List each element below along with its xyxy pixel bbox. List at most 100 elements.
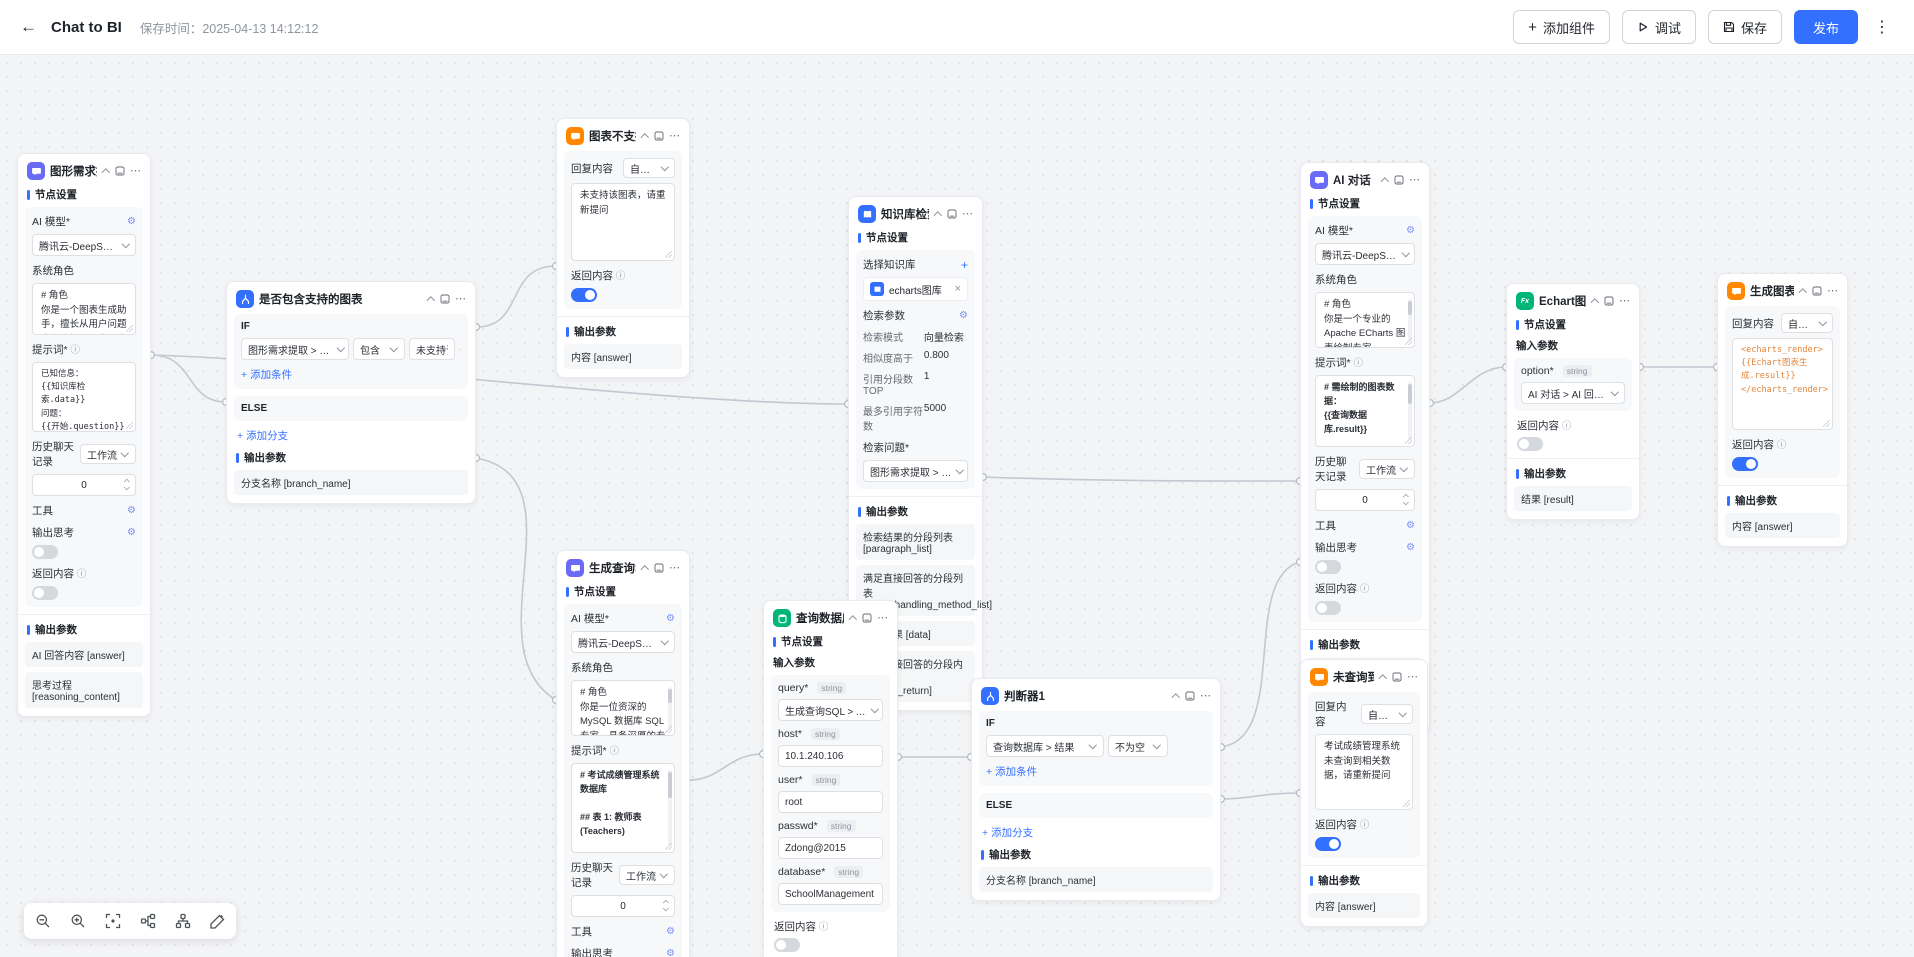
collapse-icon[interactable] bbox=[1591, 297, 1599, 305]
thinking-toggle[interactable] bbox=[32, 545, 58, 559]
more-menu-icon[interactable]: ⋮ bbox=[1870, 17, 1894, 37]
tools-settings-icon[interactable]: ⚙ bbox=[666, 926, 675, 937]
add-component-button[interactable]: + 添加组件 bbox=[1513, 10, 1610, 44]
reply-textarea[interactable]: 未支持该图表，请重新提问 bbox=[571, 183, 675, 261]
run-node-icon[interactable] bbox=[1604, 296, 1614, 306]
condition-field-select[interactable]: 图形需求提取 > AI 回答内容 bbox=[241, 338, 349, 360]
knowledge-item[interactable]: echarts图库 × bbox=[863, 277, 968, 301]
system-role-textarea[interactable]: # 角色 你是一个图表生成助手，擅长从用户问题中准确提取图表要素 bbox=[32, 283, 136, 335]
publish-button[interactable]: 发布 bbox=[1793, 10, 1858, 44]
collapse-icon[interactable] bbox=[1799, 287, 1807, 295]
collapse-icon[interactable] bbox=[102, 167, 110, 175]
history-type-select[interactable]: 工作流 bbox=[80, 444, 136, 464]
model-settings-icon[interactable]: ⚙ bbox=[1406, 225, 1415, 236]
model-settings-icon[interactable]: ⚙ bbox=[666, 613, 675, 624]
history-count-stepper[interactable]: 0 bbox=[1315, 489, 1415, 511]
run-node-icon[interactable] bbox=[115, 166, 125, 176]
collapse-icon[interactable] bbox=[934, 210, 942, 218]
run-node-icon[interactable] bbox=[947, 209, 957, 219]
node-more-icon[interactable]: ⋯ bbox=[669, 562, 680, 574]
return-content-toggle[interactable] bbox=[1517, 437, 1543, 451]
prompt-textarea[interactable]: 已知信息： {{知识库检索.data}} 问题： {{开始.question}} bbox=[32, 362, 136, 432]
history-count-stepper[interactable]: 0 bbox=[571, 895, 675, 917]
thinking-settings-icon[interactable]: ⚙ bbox=[127, 527, 136, 538]
thinking-settings-icon[interactable]: ⚙ bbox=[666, 948, 675, 957]
host-input[interactable]: 10.1.240.106 bbox=[778, 745, 883, 767]
run-node-icon[interactable] bbox=[654, 563, 664, 573]
return-content-toggle[interactable] bbox=[774, 938, 800, 952]
run-node-icon[interactable] bbox=[1394, 175, 1404, 185]
node-more-icon[interactable]: ⋯ bbox=[962, 208, 973, 220]
collapse-icon[interactable] bbox=[1381, 176, 1389, 184]
beautify-layout-icon[interactable] bbox=[209, 913, 226, 930]
node-more-icon[interactable]: ⋯ bbox=[669, 130, 680, 142]
collapse-icon[interactable] bbox=[1172, 692, 1180, 700]
condition-value-input[interactable]: 未支持该图表 bbox=[409, 338, 455, 360]
prompt-textarea[interactable]: # 需绘制的图表数据： {{查询数据库.result}} # 需绘制的图表数据模… bbox=[1315, 375, 1415, 447]
node-more-icon[interactable]: ⋯ bbox=[130, 165, 141, 177]
node-more-icon[interactable]: ⋯ bbox=[1827, 285, 1838, 297]
auto-layout-vertical-icon[interactable] bbox=[174, 913, 191, 930]
return-content-toggle[interactable] bbox=[571, 288, 597, 302]
node-more-icon[interactable]: ⋯ bbox=[1407, 671, 1418, 683]
debug-button[interactable]: 调试 bbox=[1621, 10, 1696, 44]
collapse-icon[interactable] bbox=[427, 295, 435, 303]
collapse-icon[interactable] bbox=[641, 132, 649, 140]
collapse-icon[interactable] bbox=[1379, 673, 1387, 681]
collapse-icon[interactable] bbox=[849, 614, 857, 622]
reply-type-select[interactable]: 自定义 bbox=[1781, 313, 1833, 333]
reply-textarea[interactable]: 考试成绩管理系统未查询到相关数据，请重新提问 bbox=[1315, 734, 1413, 810]
node-more-icon[interactable]: ⋯ bbox=[1200, 690, 1211, 702]
user-input[interactable]: root bbox=[778, 791, 883, 813]
fit-view-icon[interactable] bbox=[104, 913, 121, 930]
save-button[interactable]: 保存 bbox=[1707, 10, 1782, 44]
query-select[interactable]: 生成查询SQL > AI 回答内容 bbox=[778, 699, 883, 721]
node-more-icon[interactable]: ⋯ bbox=[877, 612, 888, 624]
history-count-stepper[interactable]: 0 bbox=[32, 474, 136, 496]
delete-condition-icon[interactable] bbox=[459, 344, 461, 355]
reply-textarea[interactable]: <echarts_render> {{Echart图表生成.result}} <… bbox=[1732, 338, 1833, 430]
return-content-toggle[interactable] bbox=[32, 586, 58, 600]
database-input[interactable]: SchoolManagement bbox=[778, 883, 883, 905]
add-knowledge-icon[interactable]: + bbox=[961, 259, 968, 271]
tools-settings-icon[interactable]: ⚙ bbox=[127, 505, 136, 516]
system-role-textarea[interactable]: # 角色 你是一个专业的 Apache ECharts 图表绘制专家 bbox=[1315, 292, 1415, 348]
auto-layout-horizontal-icon[interactable] bbox=[139, 913, 156, 930]
run-node-icon[interactable] bbox=[1812, 286, 1822, 296]
return-content-toggle[interactable] bbox=[1732, 457, 1758, 471]
remove-knowledge-icon[interactable]: × bbox=[955, 283, 961, 295]
model-settings-icon[interactable]: ⚙ bbox=[127, 216, 136, 227]
search-params-settings-icon[interactable]: ⚙ bbox=[959, 310, 968, 321]
reply-type-select[interactable]: 自定义 bbox=[1361, 704, 1413, 724]
run-node-icon[interactable] bbox=[654, 131, 664, 141]
reply-type-select[interactable]: 自定义 bbox=[623, 158, 675, 178]
model-select[interactable]: 腾讯云-DeepSeek-V3 bbox=[571, 631, 675, 653]
history-type-select[interactable]: 工作流 bbox=[619, 865, 675, 885]
condition-field-select[interactable]: 查询数据库 > 结果 bbox=[986, 735, 1104, 757]
return-content-toggle[interactable] bbox=[1315, 837, 1341, 851]
prompt-textarea[interactable]: # 考试成绩管理系统数据库 ## 表 1: 教师表 (Teachers) ###… bbox=[571, 763, 675, 853]
thinking-settings-icon[interactable]: ⚙ bbox=[1406, 542, 1415, 553]
node-more-icon[interactable]: ⋯ bbox=[1409, 174, 1420, 186]
node-more-icon[interactable]: ⋯ bbox=[1619, 295, 1630, 307]
zoom-in-icon[interactable] bbox=[69, 913, 86, 930]
thinking-toggle[interactable] bbox=[1315, 560, 1341, 574]
back-icon[interactable]: ← bbox=[20, 17, 37, 37]
run-node-icon[interactable] bbox=[1185, 691, 1195, 701]
add-condition-link[interactable]: + 添加条件 bbox=[986, 764, 1206, 779]
add-condition-link[interactable]: + 添加条件 bbox=[241, 367, 461, 382]
add-branch-link[interactable]: + 添加分支 bbox=[237, 428, 465, 443]
history-type-select[interactable]: 工作流 bbox=[1359, 459, 1415, 479]
condition-operator-select[interactable]: 包含 bbox=[353, 338, 405, 360]
node-more-icon[interactable]: ⋯ bbox=[455, 293, 466, 305]
condition-operator-select[interactable]: 不为空 bbox=[1108, 735, 1168, 757]
search-question-select[interactable]: 图形需求提取 > AI 回答内容 bbox=[863, 460, 968, 482]
add-branch-link[interactable]: + 添加分支 bbox=[982, 825, 1210, 840]
passwd-input[interactable]: Zdong@2015 bbox=[778, 837, 883, 859]
collapse-icon[interactable] bbox=[641, 564, 649, 572]
tools-settings-icon[interactable]: ⚙ bbox=[1406, 520, 1415, 531]
run-node-icon[interactable] bbox=[862, 613, 872, 623]
system-role-textarea[interactable]: # 角色 你是一位资深的 MySQL 数据库 SQL 专家，具备深厚的专业知识 bbox=[571, 680, 675, 736]
option-select[interactable]: AI 对话 > AI 回答内容 bbox=[1521, 382, 1625, 404]
model-select[interactable]: 腾讯云-DeepSeek-V3 bbox=[32, 234, 136, 256]
